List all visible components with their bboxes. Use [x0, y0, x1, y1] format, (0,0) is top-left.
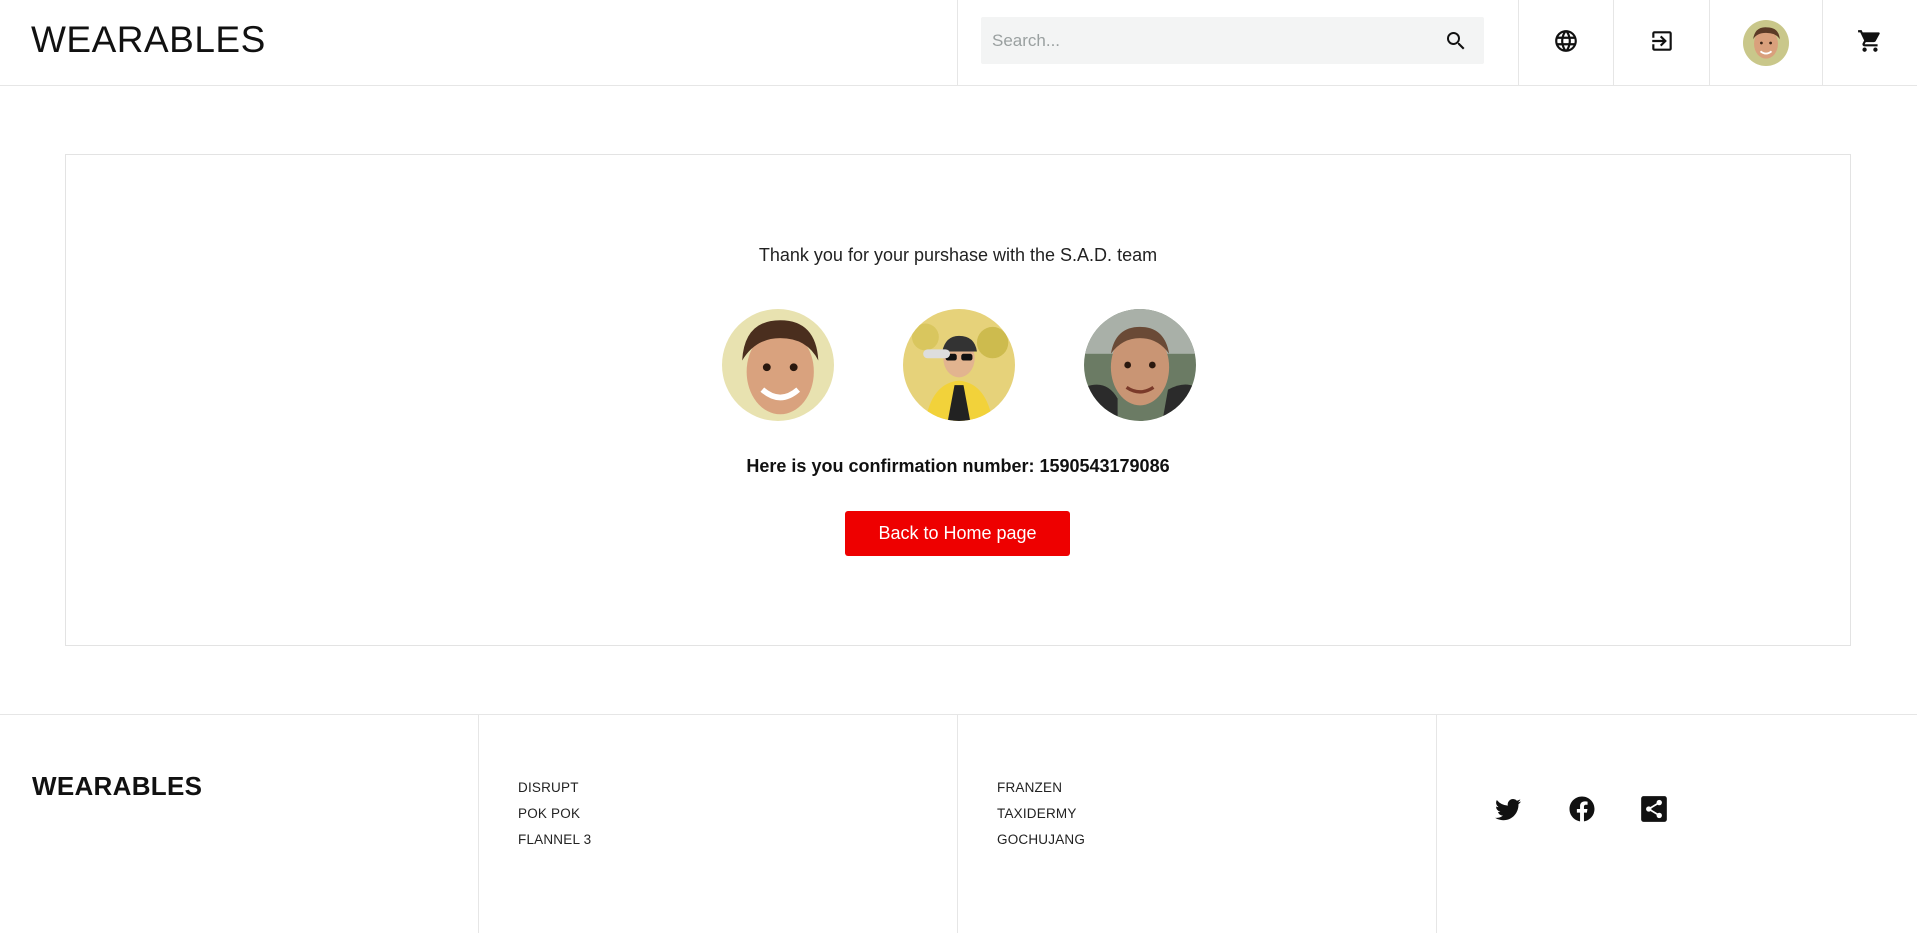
logout-icon	[1649, 28, 1675, 59]
footer-link-pok-pok[interactable]: POK POK	[518, 801, 591, 827]
logout-button[interactable]	[1613, 0, 1709, 86]
footer-link-list: DISRUPT POK POK FLANNEL 3	[518, 775, 591, 853]
footer-link-gochujang[interactable]: GOCHUJANG	[997, 827, 1085, 853]
footer-social-column	[1436, 715, 1917, 933]
share-icon[interactable]	[1637, 792, 1671, 826]
footer-links-column-1: DISRUPT POK POK FLANNEL 3	[478, 715, 957, 933]
footer: WEARABLES DISRUPT POK POK FLANNEL 3 FRAN…	[0, 714, 1917, 933]
thank-you-message: Thank you for your purshase with the S.A…	[758, 245, 1158, 265]
search-box	[981, 17, 1484, 64]
back-to-home-button[interactable]: Back to Home page	[845, 511, 1070, 556]
facebook-icon[interactable]	[1565, 792, 1599, 826]
footer-link-taxidermy[interactable]: TAXIDERMY	[997, 801, 1085, 827]
top-header: WEARABLES	[0, 0, 1917, 86]
team-member-avatar	[1084, 309, 1196, 421]
search-input[interactable]	[981, 17, 1431, 64]
team-member-avatar	[722, 309, 834, 421]
team-member-avatar	[903, 309, 1015, 421]
search-area	[957, 0, 1518, 86]
footer-link-list: FRANZEN TAXIDERMY GOCHUJANG	[997, 775, 1085, 853]
search-icon[interactable]	[1441, 26, 1471, 56]
confirmation-card: Thank you for your purshase with the S.A…	[65, 154, 1851, 646]
footer-link-flannel-3[interactable]: FLANNEL 3	[518, 827, 591, 853]
profile-button[interactable]	[1709, 0, 1822, 86]
footer-links-column-2: FRANZEN TAXIDERMY GOCHUJANG	[957, 715, 1436, 933]
footer-brand[interactable]: WEARABLES	[32, 771, 202, 802]
language-button[interactable]	[1518, 0, 1613, 86]
team-avatars	[722, 309, 1196, 421]
avatar	[1743, 20, 1789, 66]
cart-button[interactable]	[1822, 0, 1917, 86]
twitter-icon[interactable]	[1491, 792, 1525, 826]
footer-link-disrupt[interactable]: DISRUPT	[518, 775, 591, 801]
confirmation-number: Here is you confirmation number: 1590543…	[746, 456, 1170, 476]
footer-link-franzen[interactable]: FRANZEN	[997, 775, 1085, 801]
footer-brand-column: WEARABLES	[0, 715, 478, 933]
cart-icon	[1857, 28, 1883, 59]
globe-icon	[1553, 28, 1579, 59]
brand-logo[interactable]: WEARABLES	[31, 18, 266, 62]
